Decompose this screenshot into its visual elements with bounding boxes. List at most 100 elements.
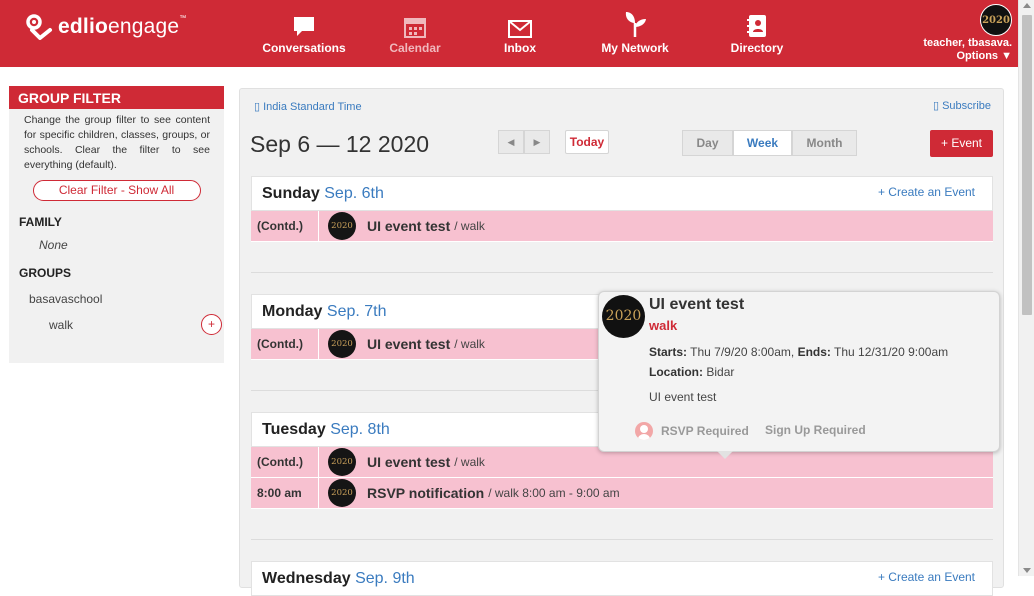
weekday-label: Wednesday bbox=[262, 570, 351, 587]
timezone-label: India Standard Time bbox=[263, 101, 362, 113]
group-school-item[interactable]: basavaschool bbox=[9, 292, 224, 306]
scroll-up-arrow-icon[interactable] bbox=[1023, 3, 1031, 8]
day-block-wednesday: Wednesday Sep. 9th + Create an Event bbox=[251, 561, 993, 596]
event-time: (Contd.) bbox=[251, 446, 319, 478]
ends-label: Ends: bbox=[797, 345, 831, 359]
next-week-button[interactable]: ▶ bbox=[524, 130, 550, 154]
event-avatar: 2020 bbox=[602, 295, 645, 338]
starts-label: Starts: bbox=[649, 345, 688, 359]
rsvp-required-button[interactable]: RSVP Required bbox=[635, 422, 749, 440]
event-time: (Contd.) bbox=[251, 210, 319, 242]
group-filter-panel: GROUP FILTER Change the group filter to … bbox=[9, 86, 224, 363]
add-group-button[interactable]: + bbox=[201, 314, 222, 335]
logo-text: edlioengage™ bbox=[58, 15, 187, 38]
rss-icon: ▯ bbox=[932, 100, 940, 112]
event-group: / walk 8:00 am - 9:00 am bbox=[488, 486, 620, 500]
family-heading: FAMILY bbox=[19, 215, 62, 229]
nav-label: Inbox bbox=[504, 41, 536, 55]
user-avatar[interactable]: 2020 bbox=[980, 4, 1012, 36]
previous-week-button[interactable]: ◀ bbox=[498, 130, 524, 154]
nav-label: Directory bbox=[730, 41, 784, 55]
scroll-down-arrow-icon[interactable] bbox=[1023, 568, 1031, 573]
nav-conversations[interactable]: Conversations bbox=[249, 10, 359, 55]
user-icon bbox=[635, 422, 653, 440]
options-dropdown[interactable]: Options ▼ bbox=[923, 50, 1013, 63]
event-time: 8:00 am bbox=[251, 477, 319, 509]
rsvp-label: RSVP Required bbox=[661, 424, 749, 438]
edlio-logo-icon bbox=[26, 14, 52, 40]
timezone-link[interactable]: ▯ India Standard Time bbox=[254, 100, 362, 113]
event-title: UI event test bbox=[367, 336, 451, 352]
date-range-title: Sep 6 — 12 2020 bbox=[250, 131, 430, 157]
group-walk-item[interactable]: walk + bbox=[9, 314, 224, 335]
date-label: Sep. 6th bbox=[324, 185, 384, 202]
scrollbar-thumb[interactable] bbox=[1022, 15, 1032, 315]
nav-my-network[interactable]: My Network bbox=[580, 10, 690, 55]
date-label: Sep. 8th bbox=[330, 421, 390, 438]
today-button[interactable]: Today bbox=[565, 130, 609, 154]
create-event-link[interactable]: + Create an Event bbox=[878, 176, 975, 209]
event-title: UI event test bbox=[367, 218, 451, 234]
event-thumbnail: 2020 bbox=[328, 330, 356, 358]
group-filter-title: GROUP FILTER bbox=[9, 86, 224, 109]
add-event-button[interactable]: + Event bbox=[930, 130, 993, 157]
create-event-link[interactable]: + Create an Event bbox=[878, 561, 975, 594]
event-time: (Contd.) bbox=[251, 328, 319, 360]
event-thumbnail: 2020 bbox=[328, 479, 356, 507]
signup-required-button[interactable]: Sign Up Required bbox=[765, 423, 866, 437]
location-value: Bidar bbox=[706, 365, 735, 379]
group-filter-description: Change the group filter to see content f… bbox=[24, 114, 210, 171]
date-navigation: ◀ ▶ bbox=[498, 130, 550, 154]
event-detail-popup: 2020 UI event test walk Starts: Thu 7/9/… bbox=[598, 291, 1000, 459]
nav-directory[interactable]: Directory bbox=[702, 10, 812, 55]
weekday-label: Sunday bbox=[262, 185, 320, 202]
day-header: Sunday Sep. 6th + Create an Event bbox=[251, 176, 993, 211]
subscribe-label: Subscribe bbox=[942, 100, 991, 112]
date-label: Sep. 7th bbox=[326, 303, 387, 320]
top-navigation-bar: edlioengage™ Conversations Calendar Inbo… bbox=[0, 0, 1018, 67]
weekday-label: Monday bbox=[262, 303, 323, 320]
envelope-icon bbox=[465, 10, 575, 38]
popup-event-title: UI event test bbox=[649, 296, 745, 313]
nav-label: My Network bbox=[601, 41, 669, 55]
popup-pointer bbox=[717, 451, 733, 459]
group-walk-label: walk bbox=[49, 318, 74, 332]
weekday-label: Tuesday bbox=[262, 421, 326, 438]
clear-filter-button[interactable]: Clear Filter - Show All bbox=[32, 180, 201, 201]
nav-calendar[interactable]: Calendar bbox=[360, 10, 470, 55]
event-group: / walk bbox=[454, 455, 485, 469]
user-name: teacher, tbasava. bbox=[923, 37, 1012, 49]
ends-value: Thu 12/31/20 9:00am bbox=[834, 345, 949, 359]
starts-value: Thu 7/9/20 8:00am, bbox=[690, 345, 795, 359]
day-header: Wednesday Sep. 9th + Create an Event bbox=[251, 561, 993, 596]
groups-heading: GROUPS bbox=[19, 266, 72, 280]
subscribe-link[interactable]: ▯ Subscribe bbox=[933, 99, 991, 112]
contact-book-icon bbox=[702, 10, 812, 38]
day-divider bbox=[251, 539, 993, 540]
event-row[interactable]: (Contd.) 2020 UI event test / walk bbox=[251, 210, 993, 242]
event-group: / walk bbox=[454, 219, 485, 233]
day-view-button[interactable]: Day bbox=[682, 130, 733, 156]
day-block-sunday: Sunday Sep. 6th + Create an Event (Contd… bbox=[251, 176, 993, 242]
popup-event-description: UI event test bbox=[649, 390, 717, 404]
event-thumbnail: 2020 bbox=[328, 212, 356, 240]
vertical-scrollbar[interactable] bbox=[1018, 0, 1034, 576]
edlio-engage-logo[interactable]: edlioengage™ bbox=[24, 14, 187, 40]
date-label: Sep. 9th bbox=[355, 570, 415, 587]
chat-bubble-icon bbox=[249, 10, 359, 38]
globe-icon: ▯ bbox=[254, 101, 261, 113]
event-row[interactable]: 8:00 am 2020 RSVP notification / walk 8:… bbox=[251, 477, 993, 509]
user-menu[interactable]: 2020 teacher, tbasava. Options ▼ bbox=[923, 4, 1012, 63]
month-view-button[interactable]: Month bbox=[792, 130, 857, 156]
calendar-icon bbox=[360, 10, 470, 38]
event-title: RSVP notification bbox=[367, 485, 485, 501]
view-switcher: Day Week Month bbox=[682, 130, 857, 156]
event-title: UI event test bbox=[367, 454, 451, 470]
popup-event-location: Location: Bidar bbox=[649, 365, 734, 379]
location-label: Location: bbox=[649, 365, 703, 379]
popup-event-group[interactable]: walk bbox=[649, 318, 677, 333]
day-divider bbox=[251, 272, 993, 273]
sprout-icon bbox=[580, 10, 690, 38]
nav-inbox[interactable]: Inbox bbox=[465, 10, 575, 55]
week-view-button[interactable]: Week bbox=[733, 130, 792, 156]
